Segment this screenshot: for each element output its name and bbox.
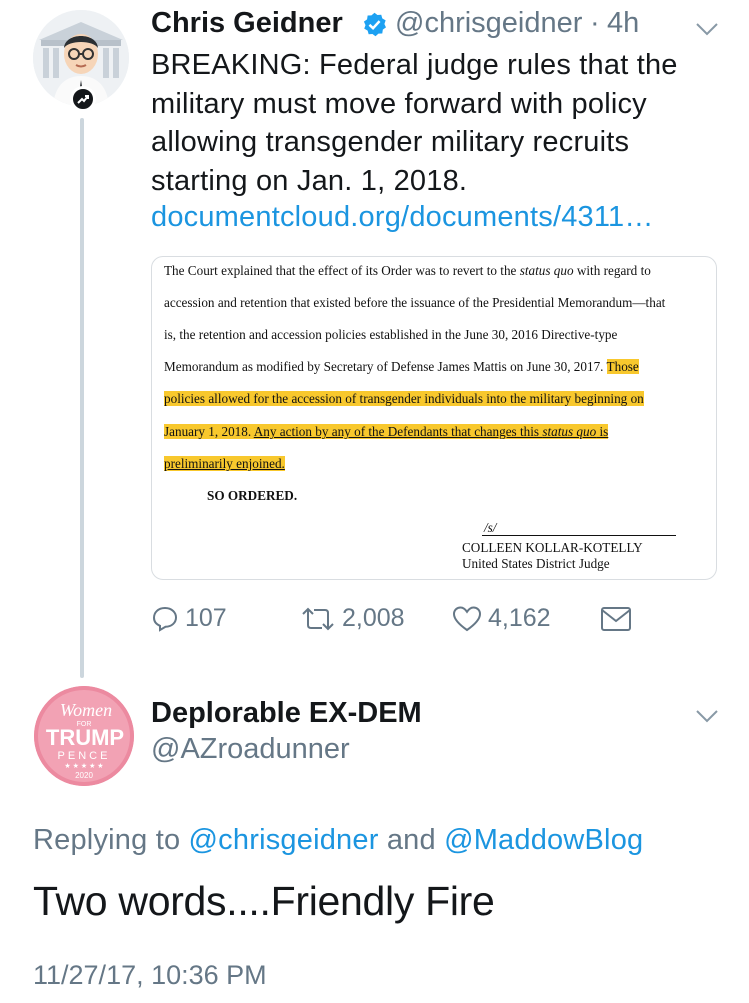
avatar-stars-icon: ★ ★ ★ ★ ★ bbox=[64, 762, 103, 770]
thread-line bbox=[80, 118, 84, 678]
tweet-text: BREAKING: Federal judge rules that the m… bbox=[151, 49, 678, 197]
tweet-time[interactable]: 4h bbox=[607, 7, 639, 40]
doc-line-7: preliminarily enjoined. bbox=[164, 456, 285, 471]
doc-line-6: January 1, 2018. Any action by any of th… bbox=[164, 424, 609, 439]
deplorable-ex-dem-avatar[interactable]: Women FOR TRUMP PENCE 2020 ★ ★ ★ ★ ★ bbox=[34, 686, 134, 786]
avatar-pence-text: PENCE bbox=[58, 750, 111, 762]
doc-line-1: The Court explained that the effect of i… bbox=[164, 263, 651, 278]
doc-judge-name: COLLEEN KOLLAR-KOTELLY bbox=[462, 540, 643, 555]
reply-timestamp[interactable]: 11/27/17, 10:36 PM bbox=[33, 960, 267, 991]
reply-author-name[interactable]: Deplorable EX-DEM bbox=[151, 697, 422, 730]
replying-to-line: Replying to @chrisgeidner and @MaddowBlo… bbox=[33, 824, 643, 857]
reply-menu-chevron-icon[interactable] bbox=[694, 707, 720, 725]
doc-so-ordered: SO ORDERED. bbox=[207, 488, 298, 503]
tweet-handle[interactable]: @chrisgeidner bbox=[395, 7, 582, 40]
avatar-year-text: 2020 bbox=[75, 771, 93, 780]
like-action[interactable]: 4,162 bbox=[452, 604, 551, 633]
replying-and: and bbox=[378, 824, 445, 856]
replying-to-prefix: Replying to bbox=[33, 824, 189, 856]
document-image-card[interactable]: The Court explained that the effect of i… bbox=[151, 256, 717, 580]
replying-user-chrisgeidner[interactable]: @chrisgeidner bbox=[189, 824, 379, 856]
doc-line-3: is, the retention and accession policies… bbox=[164, 327, 618, 342]
reply-count: 107 bbox=[185, 604, 227, 632]
time-separator: · bbox=[590, 7, 600, 39]
reply-icon bbox=[152, 606, 178, 632]
tweet-menu-chevron-icon[interactable] bbox=[694, 20, 720, 38]
direct-message-action[interactable] bbox=[600, 606, 638, 632]
reply-handle[interactable]: @AZroadunner bbox=[151, 733, 350, 766]
doc-line-4: Memorandum as modified by Secretary of D… bbox=[164, 359, 639, 374]
retweet-action[interactable]: 2,008 bbox=[300, 604, 405, 633]
doc-line-5: policies allowed for the accession of tr… bbox=[164, 391, 644, 406]
tweet-author-name[interactable]: Chris Geidner bbox=[151, 7, 343, 40]
retweet-count: 2,008 bbox=[342, 604, 405, 632]
avatar-trump-text: TRUMP bbox=[46, 725, 124, 750]
doc-judge-title: United States District Judge bbox=[462, 556, 610, 571]
reply-action[interactable]: 107 bbox=[151, 604, 227, 633]
avatar-women-text: Women bbox=[60, 700, 112, 720]
retweet-icon bbox=[302, 607, 334, 630]
reply-text: Two words....Friendly Fire bbox=[33, 878, 495, 924]
trending-badge-icon bbox=[70, 86, 96, 112]
like-count: 4,162 bbox=[488, 604, 551, 632]
tweet-link[interactable]: documentcloud.org/documents/4311… bbox=[151, 201, 654, 234]
heart-icon bbox=[452, 605, 482, 631]
envelope-icon bbox=[601, 607, 631, 631]
doc-signature: /s/ bbox=[482, 521, 676, 536]
verified-badge-icon bbox=[361, 11, 388, 38]
doc-line-2: accession and retention that existed bef… bbox=[164, 295, 666, 310]
replying-user-maddowblog[interactable]: @MaddowBlog bbox=[444, 824, 643, 856]
